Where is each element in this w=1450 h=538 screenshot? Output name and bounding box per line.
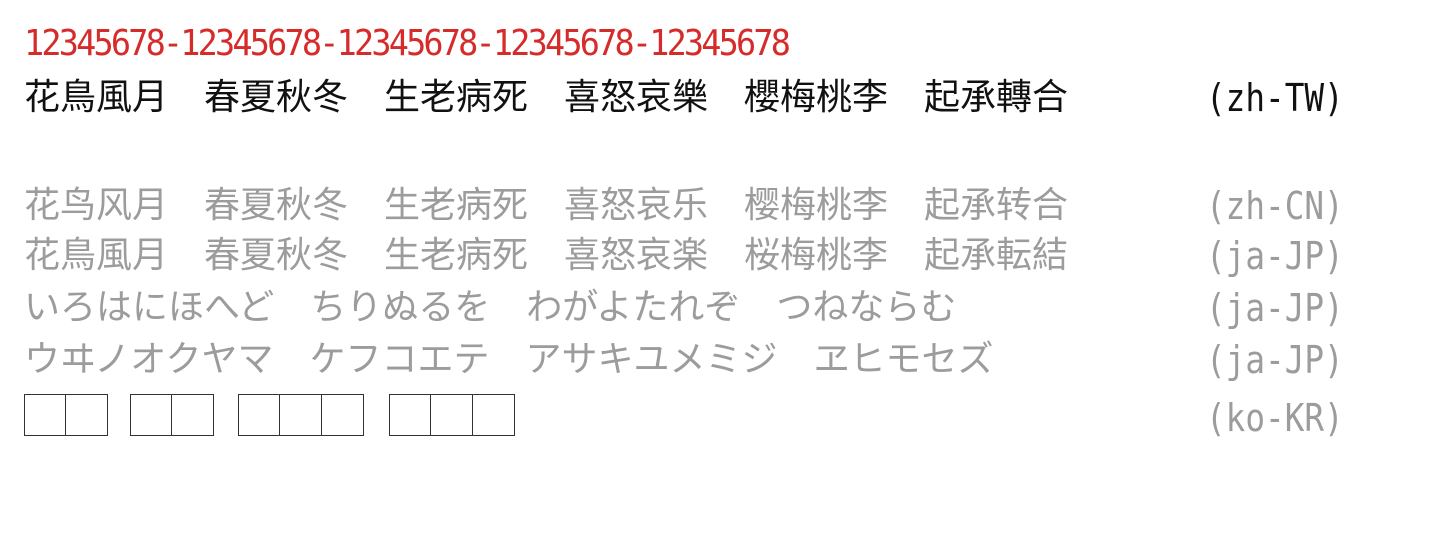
missing-glyph-group	[238, 394, 364, 436]
digits-line: 12345678-12345678-12345678-12345678-1234…	[24, 23, 791, 64]
locale-tag: (ja-JP)	[1206, 234, 1344, 278]
locale-tag: (ja-JP)	[1206, 338, 1344, 382]
locale-tag: (ko-KR)	[1206, 396, 1344, 440]
missing-glyph-box	[24, 394, 66, 436]
specimen-text: いろはにほへど ちりぬるを わがよたれぞ つねならむ	[24, 287, 957, 328]
locale-tag: (ja-JP)	[1206, 286, 1344, 330]
specimen-text: 花鳥風月 春夏秋冬 生老病死 喜怒哀樂 櫻梅桃李 起承轉合	[24, 77, 1069, 118]
specimen-row-zh-tw: 花鳥風月 春夏秋冬 生老病死 喜怒哀樂 櫻梅桃李 起承轉合 (zh-TW)	[24, 74, 1344, 122]
missing-glyph-box	[280, 394, 322, 436]
specimen-row-zh-cn: 花鸟风月 春夏秋冬 生老病死 喜怒哀乐 樱梅桃李 起承转合 (zh-CN)	[24, 182, 1344, 230]
missing-glyph-group	[24, 394, 108, 436]
missing-glyph-box	[431, 394, 473, 436]
missing-glyph-box	[238, 394, 280, 436]
missing-glyph-box	[172, 394, 214, 436]
missing-glyph-box	[66, 394, 108, 436]
font-specimen: 12345678-12345678-12345678-12345678-1234…	[24, 20, 1450, 464]
missing-glyph-box	[473, 394, 515, 436]
missing-glyph-group	[389, 394, 515, 436]
specimen-text: 花鸟风月 春夏秋冬 生老病死 喜怒哀乐 樱梅桃李 起承转合	[24, 185, 1069, 226]
missing-glyph-box	[322, 394, 364, 436]
specimen-row-ja-jp-katakana: ウヰノオクヤマ ケフコエテ アサキユメミジ ヱヒモセズ (ja-JP)	[24, 336, 1344, 384]
missing-glyph-box	[389, 394, 431, 436]
missing-glyph-box	[130, 394, 172, 436]
specimen-row-ja-jp-kanji: 花鳥風月 春夏秋冬 生老病死 喜怒哀楽 桜梅桃李 起承転結 (ja-JP)	[24, 232, 1344, 280]
locale-tag: (zh-CN)	[1206, 184, 1344, 228]
specimen-text: ウヰノオクヤマ ケフコエテ アサキユメミジ ヱヒモセズ	[24, 339, 994, 380]
missing-glyph-group	[130, 394, 214, 436]
specimen-text: 花鳥風月 春夏秋冬 生老病死 喜怒哀楽 桜梅桃李 起承転結	[24, 235, 1069, 276]
locale-tag: (zh-TW)	[1206, 76, 1344, 120]
specimen-row-ja-jp-hiragana: いろはにほへど ちりぬるを わがよたれぞ つねならむ (ja-JP)	[24, 284, 1344, 332]
